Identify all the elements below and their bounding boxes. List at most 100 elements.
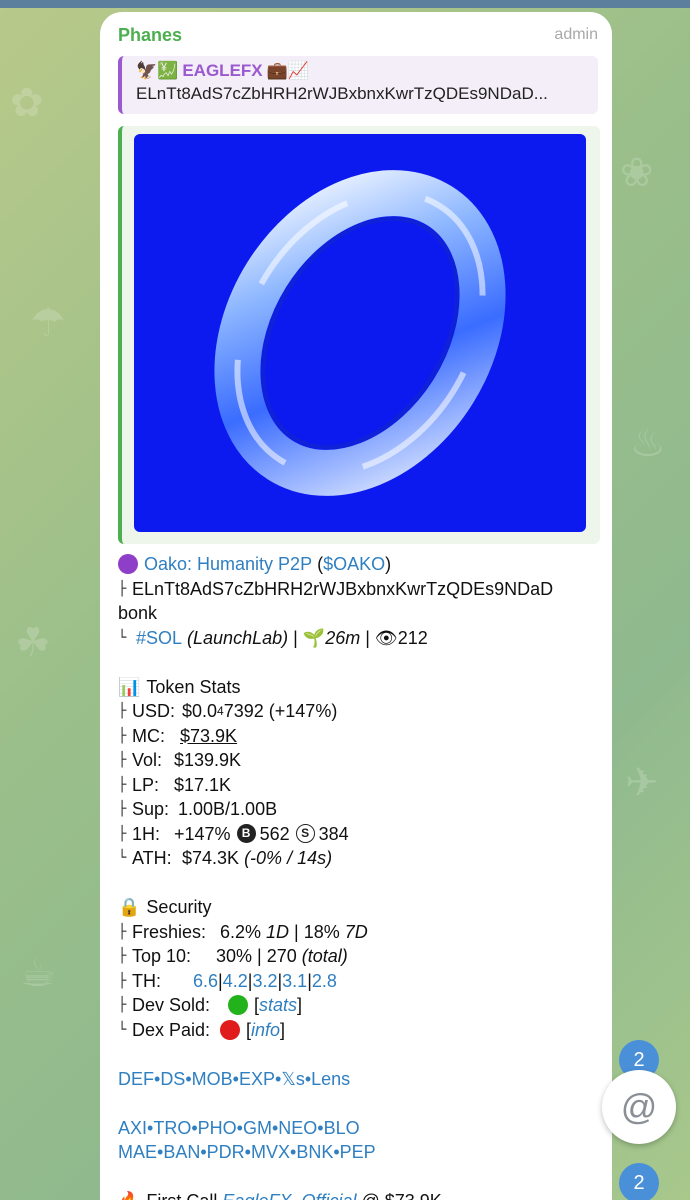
link-axi[interactable]: AXI [118,1116,147,1141]
link-def[interactable]: DEF [118,1067,154,1092]
sender-name[interactable]: Phanes [118,25,182,46]
th-value-4[interactable]: 3.1 [282,969,307,994]
link-blo[interactable]: BLO [324,1116,360,1141]
token-address[interactable]: ELnTt8AdS7cZbHRH2rWJBxbnxKwrTzQDEs9NDaD [132,577,553,602]
link-tro[interactable]: TRO [153,1116,191,1141]
reply-text: ELnTt8AdS7cZbHRH2rWJBxbnxKwrTzQDEs9NDaD.… [136,84,548,103]
th-value-5[interactable]: 2.8 [312,969,337,994]
h1-pct: +147% [174,823,231,844]
tree-branch: ├ [118,703,127,719]
briefcase-chart-emoji-icon: 💼📈 [266,61,309,80]
chain-hashtag[interactable]: #SOL [136,626,182,651]
stat-usd: ├ USD: $0.0 4 7392 (+147%) [118,699,598,724]
top10-value: 30% [216,946,253,966]
tree-branch: ├ [118,776,127,793]
launch-platform: (LaunchLab) [187,627,289,648]
separator: | [257,946,262,966]
tree-branch: ├ [118,752,127,768]
freshies-7d: 18% [303,921,340,942]
first-call-caller[interactable]: EagleFX_Official [222,1189,356,1200]
glass-ring-image [214,170,506,496]
ath-change: (-0% / 14s) [244,848,333,868]
background-doodle: ♨ [630,420,666,466]
link-mae[interactable]: MAE [118,1140,157,1165]
link-pep[interactable]: PEP [340,1140,376,1165]
dev-sold-label: Dev Sold: [132,995,211,1015]
stat-sup: ├ Sup: 1.00B/1.00B [118,797,598,822]
link-pho[interactable]: PHO [198,1116,237,1141]
freshies-1d: 6.2% [220,921,262,942]
tree-end: └ [118,1021,127,1038]
seedling-icon: 🌱 [302,627,326,648]
links-row-1: DEF • DS • MOB • EXP • 𝕏s • Lens [118,1067,598,1092]
first-call-row: 🔥 First Call EagleFX_Official @ $73.9K [118,1189,598,1200]
bracket-close: ] [297,995,303,1015]
background-doodle: ☂ [30,300,66,346]
admin-tag: admin [554,26,598,43]
sec-top10: ├ Top 10: 30% | 270 (total) [118,944,598,969]
tree-end: └ [118,850,127,866]
token-age: 26m [325,627,361,648]
lp-label: LP: [132,774,160,795]
tree-branch: ├ [118,727,127,744]
sup-value: 1.00B/1.00B [178,799,278,819]
token-ticker-link[interactable]: $OAKO [323,552,385,577]
h1-buys: 562 [259,823,290,844]
message-bubble: Phanes admin 🦅💹 EAGLEFX 💼📈 ELnTt8AdS7cZb… [100,12,612,1200]
security-title: Security [146,897,212,917]
usd-label: USD: [132,701,176,721]
th-value-3[interactable]: 3.2 [252,969,277,994]
h1-label: 1H: [132,823,161,844]
dev-stats-link[interactable]: stats [259,993,297,1018]
link-lens[interactable]: Lens [311,1067,350,1092]
th-value-1[interactable]: 6.6 [193,969,218,994]
mc-label: MC: [132,725,165,746]
sells-icon: S [295,824,315,844]
link-pdr[interactable]: PDR [207,1140,245,1165]
sec-dex-paid: └ Dex Paid: [info] [118,1018,598,1043]
top-bar [0,0,690,8]
link-neo[interactable]: NEO [278,1116,317,1141]
link-ban[interactable]: BAN [163,1140,200,1165]
green-circle-icon [228,995,248,1016]
reply-quote[interactable]: 🦅💹 EAGLEFX 💼📈 ELnTt8AdS7cZbHRH2rWJBxbnxK… [118,56,598,114]
tree-branch: ├ [118,580,127,597]
message-header: Phanes admin [118,20,598,50]
eye-icon: 👁 [374,627,398,648]
link-xs[interactable]: 𝕏s [281,1067,305,1092]
th-value-2[interactable]: 4.2 [223,969,248,994]
links-row-3: MAE • BAN • PDR • MVX • BNK • PEP [118,1140,598,1165]
tree-branch: ├ [118,825,127,842]
link-mob[interactable]: MOB [192,1067,233,1092]
stat-lp: ├ LP: $17.1K [118,773,598,798]
dex-info-link[interactable]: info [251,1018,280,1043]
at-sign-icon: @ [620,1086,658,1127]
stats-title: Token Stats [146,676,241,697]
mentions-button[interactable]: @ [602,1070,676,1144]
sup-label: Sup: [132,799,170,819]
sec-th: ├ TH: 6.6 | 4.2 | 3.2 | 3.1 | 2.8 [118,969,598,994]
background-doodle: ☕ [20,950,56,996]
unread-badge[interactable]: 2 [619,1163,659,1200]
message-body: Oako: Humanity P2P ($OAKO) ├ ELnTt8AdS7c… [118,552,598,1200]
fire-icon: 🔥 [118,1189,140,1200]
tree-branch: ├ [118,997,127,1013]
security-heading: 🔒 Security [118,895,598,920]
mc-value[interactable]: $73.9K [180,724,237,749]
preview-image[interactable] [134,134,586,532]
stat-vol: ├ Vol: $139.9K [118,748,598,773]
link-exp[interactable]: EXP [239,1067,275,1092]
token-name-link[interactable]: Oako: Humanity P2P [144,552,312,577]
stat-ath: └ ATH: $74.3K (-0% / 14s) [118,846,598,871]
top10-total: 270 [266,946,297,966]
link-mvx[interactable]: MVX [251,1140,290,1165]
link-ds[interactable]: DS [160,1067,185,1092]
usd-value-a: $0.0 [182,701,218,721]
link-bnk[interactable]: BNK [296,1140,333,1165]
link-preview[interactable] [118,126,600,544]
background-doodle: ❀ [620,150,654,196]
link-gm[interactable]: GM [243,1116,272,1141]
